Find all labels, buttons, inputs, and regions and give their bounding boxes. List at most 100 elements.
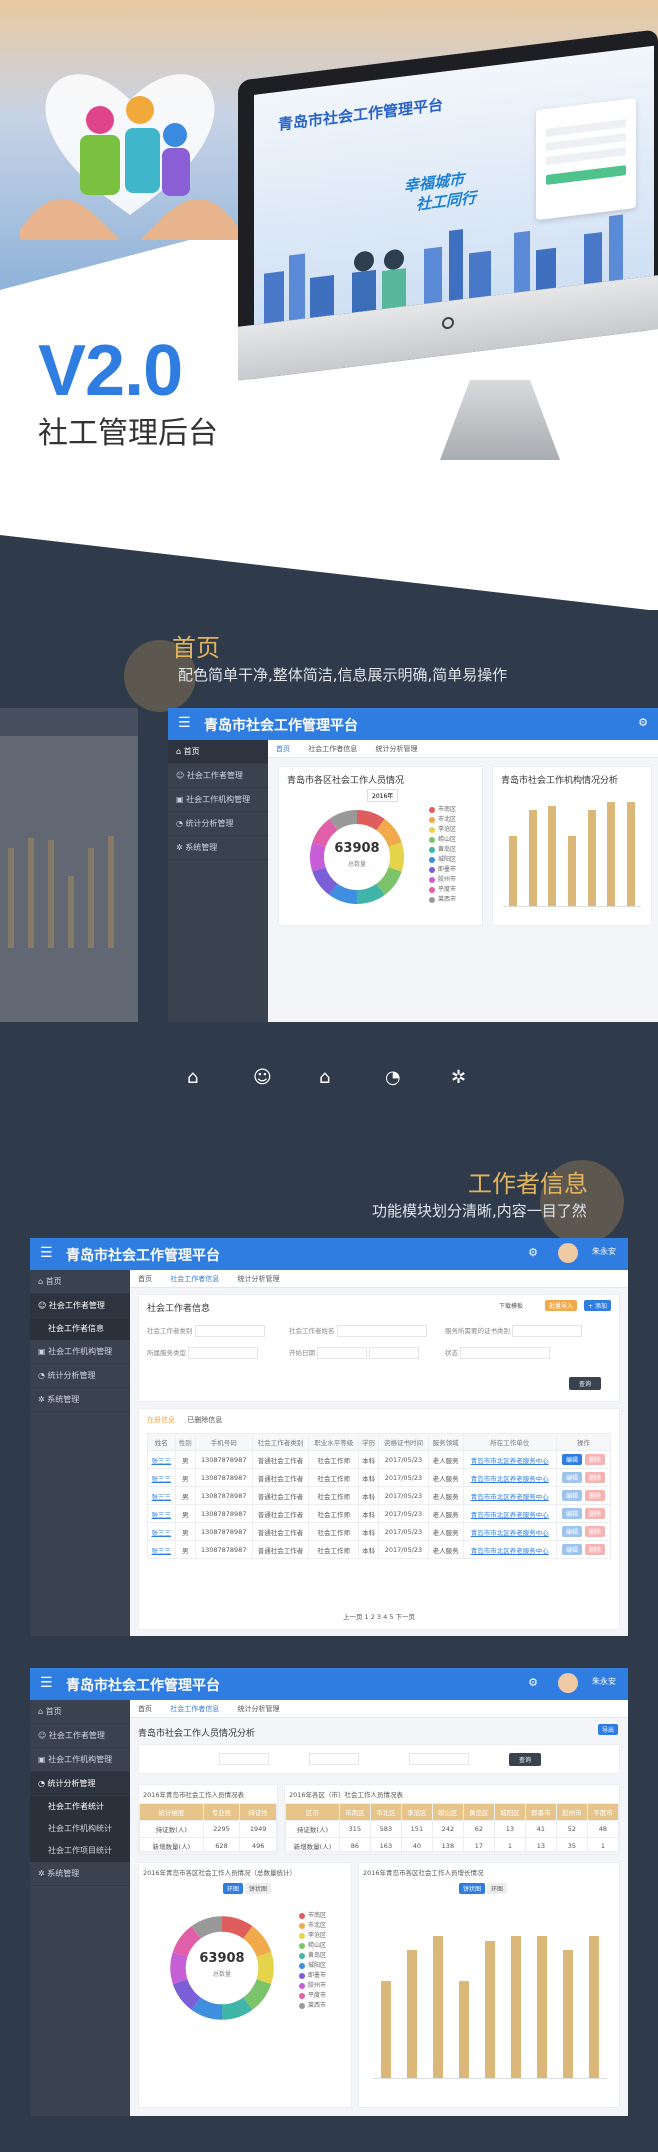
sidebar-item-workers[interactable]: ☺ 社会工作者管理 (30, 1724, 130, 1748)
add-button[interactable]: + 添加 (584, 1300, 611, 1311)
sidebar-item-system[interactable]: ✲ 系统管理 (30, 1388, 130, 1412)
worker-name-link[interactable]: 张三三 (152, 1529, 172, 1537)
workplace-link[interactable]: 青岛市市北区养老服务中心 (471, 1475, 549, 1483)
table-cell[interactable]: 张三三 (147, 1468, 176, 1487)
search-button[interactable]: 查询 (509, 1753, 542, 1766)
sidebar-item-stats[interactable]: ◔ 统计分析管理 (30, 1364, 130, 1388)
import-button[interactable]: 批量导入 (544, 1300, 577, 1311)
notification-icon[interactable]: ⚙ (528, 1246, 538, 1259)
tab-stats[interactable]: 统计分析管理 (229, 1700, 287, 1718)
delete-button[interactable]: 删除 (584, 1544, 605, 1555)
edit-button[interactable]: 编辑 (561, 1472, 582, 1483)
filter-select-2[interactable] (309, 1753, 359, 1765)
download-template-button[interactable]: 下载模板 (499, 1301, 523, 1310)
table-cell[interactable]: 张三三 (147, 1504, 176, 1523)
worker-name-link[interactable]: 张三三 (152, 1493, 172, 1501)
menu-icon[interactable]: ☰ (40, 1675, 53, 1691)
pagination[interactable]: 上一页 1 2 3 4 5 下一页 (139, 1611, 619, 1621)
worker-name-link[interactable]: 张三三 (152, 1547, 172, 1555)
toggle-line[interactable]: 饼状图 (459, 1883, 486, 1894)
table-cell[interactable]: 青岛市市北区养老服务中心 (462, 1504, 557, 1523)
table-cell[interactable]: 张三三 (147, 1540, 176, 1559)
building-icon: ⌂ (319, 1067, 331, 1088)
tab-stats[interactable]: 统计分析管理 (229, 1270, 287, 1288)
tab-home[interactable]: 首页 (130, 1700, 160, 1718)
worker-name-link[interactable]: 张三三 (152, 1511, 172, 1519)
avatar[interactable] (558, 1243, 578, 1263)
year-select[interactable]: 2016年 (367, 789, 399, 802)
delete-button[interactable]: 删除 (584, 1508, 605, 1519)
table-cell[interactable]: 青岛市市北区养老服务中心 (462, 1486, 557, 1505)
tab-stats[interactable]: 统计分析管理 (367, 740, 425, 758)
tab-workers[interactable]: 社会工作者信息 (300, 740, 365, 758)
edit-button[interactable]: 编辑 (561, 1526, 582, 1537)
edit-button[interactable]: 编辑 (561, 1508, 582, 1519)
menu-icon[interactable]: ☰ (178, 715, 191, 731)
filter-category-select[interactable] (194, 1325, 265, 1337)
delete-button[interactable]: 删除 (584, 1526, 605, 1537)
edit-button[interactable]: 编辑 (561, 1454, 582, 1465)
avatar[interactable] (558, 1673, 578, 1693)
sidebar-item-home[interactable]: ⌂ 首页 (168, 740, 268, 764)
toggle-bar[interactable]: 环图 (486, 1883, 507, 1894)
table-cell[interactable]: 张三三 (147, 1450, 176, 1469)
export-button[interactable]: 导出 (597, 1724, 618, 1735)
table-cell[interactable]: 青岛市市北区养老服务中心 (462, 1468, 557, 1487)
table-cell[interactable]: 青岛市市北区养老服务中心 (462, 1450, 557, 1469)
notification-icon[interactable]: ⚙ (528, 1676, 538, 1689)
toggle-pie[interactable]: 饼状图 (244, 1883, 271, 1894)
sidebar-subitem-worker-stats[interactable]: 社会工作者统计 (30, 1796, 130, 1818)
sidebar-item-orgs[interactable]: ▣ 社会工作机构管理 (30, 1748, 130, 1772)
workplace-link[interactable]: 青岛市市北区养老服务中心 (471, 1529, 549, 1537)
worker-name-link[interactable]: 张三三 (152, 1457, 172, 1465)
sidebar-item-home[interactable]: ⌂ 首页 (30, 1700, 130, 1724)
filter-cert-select[interactable] (512, 1325, 583, 1337)
menu-icon[interactable]: ☰ (40, 1245, 53, 1261)
filter-select-1[interactable] (219, 1753, 269, 1765)
table-cell[interactable]: 张三三 (147, 1522, 176, 1541)
tab-home[interactable]: 首页 (130, 1270, 160, 1288)
toggle-donut[interactable]: 环图 (223, 1883, 244, 1894)
tab-home[interactable]: 首页 (268, 740, 298, 760)
workplace-link[interactable]: 青岛市市北区养老服务中心 (471, 1457, 549, 1465)
tab-workers[interactable]: 社会工作者信息 (162, 1700, 228, 1720)
table-cell[interactable]: 青岛市市北区养老服务中心 (462, 1522, 557, 1541)
delete-button[interactable]: 删除 (584, 1454, 605, 1465)
worker-name-link[interactable]: 张三三 (152, 1475, 172, 1483)
filter-select-3[interactable] (409, 1753, 469, 1765)
sidebar-item-workers[interactable]: ☺ 社会工作者管理 (30, 1294, 130, 1318)
donut-chart (170, 1916, 274, 2020)
filter-start-date[interactable] (317, 1347, 368, 1359)
notification-icon[interactable]: ⚙ (638, 716, 648, 729)
sidebar-item-home[interactable]: ⌂ 首页 (30, 1270, 130, 1294)
sidebar-item-orgs[interactable]: ▣ 社会工作机构管理 (168, 788, 268, 812)
table-header-cell: 操作 (555, 1433, 612, 1451)
tab-workers[interactable]: 社会工作者信息 (162, 1270, 228, 1290)
sidebar-item-system[interactable]: ✲ 系统管理 (168, 836, 268, 860)
sidebar-item-system[interactable]: ✲ 系统管理 (30, 1862, 130, 1886)
table-cell[interactable]: 青岛市市北区养老服务中心 (462, 1540, 557, 1559)
edit-button[interactable]: 编辑 (561, 1544, 582, 1555)
workplace-link[interactable]: 青岛市市北区养老服务中心 (471, 1493, 549, 1501)
search-button[interactable]: 查询 (568, 1377, 601, 1390)
delete-button[interactable]: 删除 (584, 1472, 605, 1483)
filter-name-input[interactable] (336, 1325, 427, 1337)
workplace-link[interactable]: 青岛市市北区养老服务中心 (471, 1547, 549, 1555)
filter-service-type-select[interactable] (188, 1347, 259, 1359)
sidebar-subitem-worker-info[interactable]: 社会工作者信息 (30, 1318, 130, 1340)
sidebar-item-stats[interactable]: ◔ 统计分析管理 (30, 1772, 130, 1796)
tab-deleted[interactable]: 已删除信息 (187, 1416, 222, 1424)
sidebar-item-stats[interactable]: ◔ 统计分析管理 (168, 812, 268, 836)
filter-status-select[interactable] (460, 1347, 551, 1359)
delete-button[interactable]: 删除 (584, 1490, 605, 1501)
tab-registered[interactable]: 在册信息 (147, 1416, 175, 1424)
sidebar-subitem-project-stats[interactable]: 社会工作项目统计 (30, 1840, 130, 1862)
table-cell: 48 (586, 1820, 620, 1838)
table-cell[interactable]: 张三三 (147, 1486, 176, 1505)
sidebar-item-orgs[interactable]: ▣ 社会工作机构管理 (30, 1340, 130, 1364)
sidebar-subitem-org-stats[interactable]: 社会工作机构统计 (30, 1818, 130, 1840)
sidebar-item-workers[interactable]: ☺ 社会工作者管理 (168, 764, 268, 788)
edit-button[interactable]: 编辑 (561, 1490, 582, 1501)
workplace-link[interactable]: 青岛市市北区养老服务中心 (471, 1511, 549, 1519)
filter-end-date[interactable] (369, 1347, 420, 1359)
